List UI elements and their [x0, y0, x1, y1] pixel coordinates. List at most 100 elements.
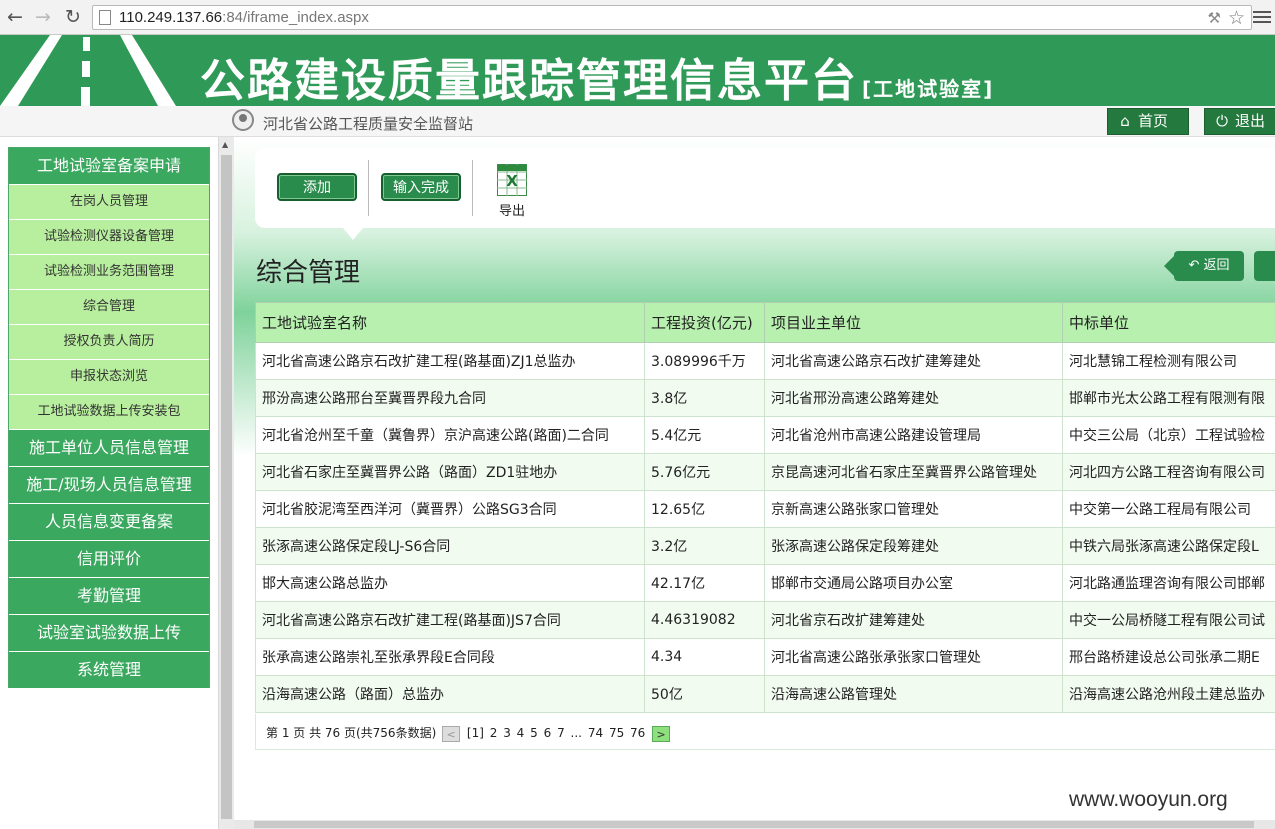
table-cell: 河北省沧州至千童（冀鲁界）京沪高速公路(路面)二合同	[255, 416, 645, 454]
sidebar-item-status[interactable]: 申报状态浏览	[9, 360, 209, 395]
scrollbar-thumb[interactable]	[254, 821, 1254, 828]
table-cell: 张涿高速公路保定段LJ-S6合同	[255, 527, 645, 565]
sidebar-item-credit[interactable]: 信用评价	[9, 541, 209, 578]
table-cell: 沿海高速公路（路面）总监办	[255, 675, 645, 713]
current-page: [1]	[466, 726, 484, 740]
scroll-up-icon[interactable]: ▲	[222, 140, 228, 149]
organization-name: 河北省公路工程质量安全监督站	[263, 115, 474, 133]
page-link[interactable]: 75	[609, 726, 624, 740]
page-info: 第 1 页 共 76 页(共756条数据)	[266, 726, 437, 740]
bookmark-star-icon[interactable]: ☆	[1228, 7, 1245, 29]
table-cell: 3.2亿	[644, 527, 765, 565]
power-icon: ⏻	[1216, 112, 1228, 130]
sidebar-item-resume[interactable]: 授权负责人简历	[9, 325, 209, 360]
scrollbar-thumb[interactable]	[221, 155, 232, 819]
table-cell: 3.8亿	[644, 379, 765, 417]
sidebar-item-contractor-staff[interactable]: 施工单位人员信息管理	[9, 430, 209, 467]
sidebar-item-general[interactable]: 综合管理	[9, 290, 209, 325]
next-page-button[interactable]: >	[652, 725, 671, 742]
column-header-lab-name[interactable]: 工地试验室名称	[255, 302, 645, 343]
horizontal-scrollbar[interactable]	[234, 820, 1275, 829]
column-header-owner[interactable]: 项目业主单位	[764, 302, 1063, 343]
add-button[interactable]: 添加	[277, 173, 357, 201]
table-cell: 河北省高速公路京石改扩建工程(路基面)JS7合同	[255, 601, 645, 639]
table-cell: 沿海高速公路沧州段土建总监办	[1062, 675, 1275, 713]
secondary-action-button[interactable]	[1254, 251, 1275, 281]
wrench-icon[interactable]: ⚒	[1208, 9, 1221, 27]
browser-menu-icon[interactable]	[1253, 8, 1271, 26]
table-row[interactable]: 邢汾高速公路邢台至冀晋界段九合同 3.8亿 河北省邢汾高速公路筹建处 邯郸市光太公路工…	[255, 379, 1275, 417]
table-cell: 12.65亿	[644, 490, 765, 528]
back-button[interactable]: ↶ 返回	[1164, 251, 1244, 281]
reload-icon[interactable]: ↻	[62, 6, 84, 28]
excel-icon[interactable]: X	[497, 164, 527, 196]
home-button[interactable]: ⌂ 首页	[1107, 108, 1189, 135]
table-row[interactable]: 邯大高速公路总监办 42.17亿 邯郸市交通局公路项目办公室 河北路通监理咨询有限公司…	[255, 564, 1275, 602]
sidebar-item-data-upload[interactable]: 试验室试验数据上传	[9, 615, 209, 652]
table-cell: 京新高速公路张家口管理处	[764, 490, 1063, 528]
column-header-investment[interactable]: 工程投资(亿元)	[644, 302, 765, 343]
page-link[interactable]: 5	[530, 726, 538, 740]
table-row[interactable]: 河北省胶泥湾至西洋河（冀晋界）公路SG3合同 12.65亿 京新高速公路张家口管理处…	[255, 490, 1275, 528]
watermark: www.wooyun.org	[1069, 788, 1228, 811]
sidebar-item-system[interactable]: 系统管理	[9, 652, 209, 689]
export-label[interactable]: 导出	[499, 200, 525, 219]
table-cell: 5.76亿元	[644, 453, 765, 491]
prev-page-button[interactable]: <	[442, 725, 461, 742]
table-cell: 5.4亿元	[644, 416, 765, 454]
sidebar-item-site-staff[interactable]: 施工/现场人员信息管理	[9, 467, 209, 504]
url-path: :84/iframe_index.aspx	[222, 9, 369, 26]
data-table: 工地试验室名称 工程投资(亿元) 项目业主单位 中标单位 河北省高速公路京石改扩…	[255, 302, 1275, 713]
user-avatar-icon	[232, 109, 254, 131]
table-cell: 邯大高速公路总监办	[255, 564, 645, 602]
table-cell: 中铁六局张涿高速公路保定段L	[1062, 527, 1275, 565]
input-complete-button[interactable]: 输入完成	[381, 173, 461, 201]
table-cell: 京昆高速河北省石家庄至冀晋界公路管理处	[764, 453, 1063, 491]
table-cell: 河北省胶泥湾至西洋河（冀晋界）公路SG3合同	[255, 490, 645, 528]
sidebar-section-lab-registration[interactable]: 工地试验室备案申请	[9, 148, 209, 185]
svg-text:X: X	[506, 172, 518, 190]
sidebar-item-attendance[interactable]: 考勤管理	[9, 578, 209, 615]
sidebar-item-equipment[interactable]: 试验检测仪器设备管理	[9, 220, 209, 255]
page-link[interactable]: 76	[630, 726, 645, 740]
forward-arrow-icon[interactable]: →	[32, 6, 54, 28]
table-cell: 4.34	[644, 638, 765, 676]
browser-toolbar: ← → ↻ 110.249.137.66:84/iframe_index.asp…	[0, 0, 1275, 35]
page-link[interactable]: 74	[588, 726, 603, 740]
action-toolbar: 添加 输入完成 X 导出	[255, 148, 1275, 240]
page-link[interactable]: 7	[557, 726, 565, 740]
home-label: 首页	[1138, 112, 1169, 130]
toolbar-divider	[472, 160, 473, 216]
table-cell: 42.17亿	[644, 564, 765, 602]
page-link[interactable]: 6	[544, 726, 552, 740]
back-arrow-icon[interactable]: ←	[4, 6, 26, 28]
app-title: 公路建设质量跟踪管理信息平台 [工地试验室]	[200, 44, 994, 106]
table-row[interactable]: 张承高速公路崇礼至张承界段E合同段 4.34 河北省高速公路张承张家口管理处 邢台路桥…	[255, 638, 1275, 676]
table-row[interactable]: 沿海高速公路（路面）总监办 50亿 沿海高速公路管理处 沿海高速公路沧州段土建总监办	[255, 675, 1275, 713]
page-icon	[99, 10, 111, 25]
table-row[interactable]: 河北省高速公路京石改扩建工程(路基面)JS7合同 4.46319082 河北省京石改…	[255, 601, 1275, 639]
sidebar-item-upload-package[interactable]: 工地试验数据上传安装包	[9, 395, 209, 430]
vertical-scrollbar[interactable]: ▲	[218, 137, 234, 829]
table-row[interactable]: 张涿高速公路保定段LJ-S6合同 3.2亿 张涿高速公路保定段筹建处 中铁六局张涿高速…	[255, 527, 1275, 565]
table-row[interactable]: 河北省石家庄至冀晋界公路（路面）ZD1驻地办 5.76亿元 京昆高速河北省石家庄至冀…	[255, 453, 1275, 491]
table-cell: 河北省邢汾高速公路筹建处	[764, 379, 1063, 417]
page-link[interactable]: 3	[503, 726, 511, 740]
main-content: 添加 输入完成 X 导出 综合管理 ↶ 返回 工地试验室名称 工程投资(亿元) …	[234, 137, 1275, 829]
table-cell: 河北慧锦工程检测有限公司	[1062, 342, 1275, 380]
sidebar: 工地试验室备案申请 在岗人员管理 试验检测仪器设备管理 试验检测业务范围管理 综…	[8, 147, 210, 689]
table-cell: 邯郸市光太公路工程有限测有限	[1062, 379, 1275, 417]
table-row[interactable]: 河北省沧州至千童（冀鲁界）京沪高速公路(路面)二合同 5.4亿元 河北省沧州市高速公…	[255, 416, 1275, 454]
url-host: 110.249.137.66	[119, 9, 223, 26]
app-title-text: 公路建设质量跟踪管理信息平台	[200, 54, 859, 106]
table-cell: 3.089996千万	[644, 342, 765, 380]
sidebar-item-scope[interactable]: 试验检测业务范围管理	[9, 255, 209, 290]
column-header-winning-bidder[interactable]: 中标单位	[1062, 302, 1275, 343]
sidebar-item-staff-change[interactable]: 人员信息变更备案	[9, 504, 209, 541]
sidebar-item-staff[interactable]: 在岗人员管理	[9, 185, 209, 220]
logout-button[interactable]: ⏻ 退出	[1204, 108, 1275, 135]
address-bar[interactable]: 110.249.137.66:84/iframe_index.aspx ⚒ ☆	[92, 5, 1252, 30]
page-link[interactable]: 4	[517, 726, 525, 740]
page-link[interactable]: 2	[490, 726, 498, 740]
table-row[interactable]: 河北省高速公路京石改扩建工程(路基面)ZJ1总监办 3.089996千万 河北省高速…	[255, 342, 1275, 380]
